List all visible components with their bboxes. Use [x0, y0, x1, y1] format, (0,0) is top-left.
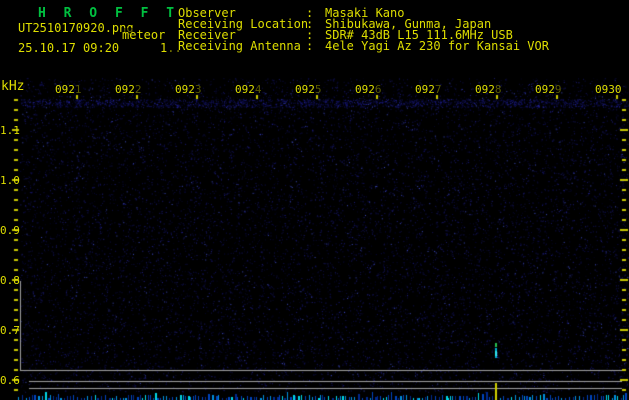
antenna-separator: :	[306, 39, 314, 53]
y-axis-unit: kHz	[1, 79, 25, 94]
x-tick-label: 0928	[475, 83, 502, 96]
y-tick-label: 1.0	[0, 174, 20, 187]
x-tick-label: 0929	[535, 83, 562, 96]
y-tick-label: 0.9	[0, 224, 20, 237]
y-tick-label: 0.8	[0, 274, 20, 287]
antenna-value: 4ele Yagi Az 230 for Kansai VOR	[325, 39, 549, 53]
x-tick-label: 0930	[595, 83, 622, 96]
app-title: H R O F F T	[38, 6, 180, 21]
mode-label: meteor	[122, 28, 166, 42]
y-tick-label: 0.6	[0, 374, 20, 387]
antenna-label: Receiving Antenna	[178, 39, 301, 53]
meta-row-antenna: Receiving Antenna : 4ele Yagi Az 230 for…	[178, 39, 549, 109]
hrofft-screen: H R O F F T UT2510170920.png meteor 25.1…	[0, 0, 629, 400]
x-tick-label: 0922	[115, 83, 142, 96]
filename: UT2510170920.png	[18, 21, 134, 35]
spectrogram-canvas	[0, 0, 629, 400]
x-tick-label: 0921	[55, 83, 82, 96]
x-tick-label: 0925	[295, 83, 322, 96]
y-tick-label: 1.1	[0, 124, 20, 137]
x-tick-label: 0924	[235, 83, 262, 96]
x-tick-label: 0926	[355, 83, 382, 96]
x-tick-label: 0923	[175, 83, 202, 96]
y-tick-label: 0.7	[0, 324, 20, 337]
timestamp: 25.10.17 09:20	[18, 41, 120, 55]
x-tick-label: 0927	[415, 83, 442, 96]
